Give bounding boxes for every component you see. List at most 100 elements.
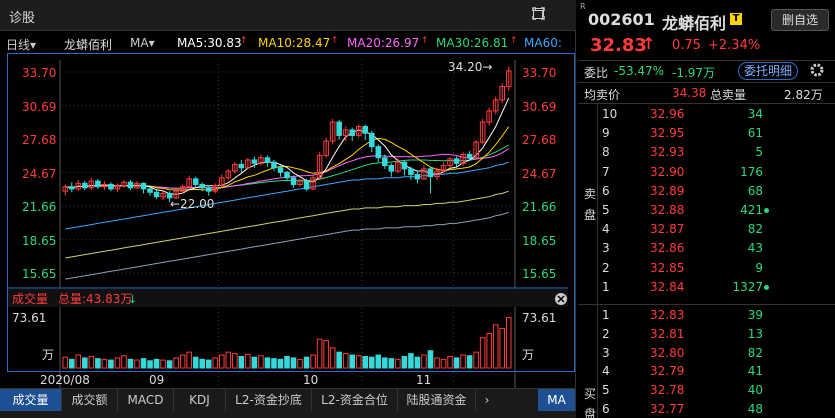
order-price: 32.79 (650, 364, 685, 379)
divider (578, 304, 835, 305)
tab-volume[interactable]: 成交量 (0, 389, 62, 411)
candle-body (205, 187, 212, 192)
volume-bar (173, 357, 179, 369)
candle-body (382, 157, 388, 167)
order-price: 32.95 (650, 126, 685, 141)
volume-bar (290, 357, 297, 369)
candle-body (271, 161, 277, 169)
tab-macd[interactable]: MACD (118, 389, 174, 411)
volume-bar (192, 356, 199, 369)
price-change: 0.75 (672, 38, 701, 53)
candle-body (336, 121, 342, 136)
price-tick-label: 21.66 (22, 200, 56, 214)
tabs-scroll-right-icon[interactable]: › (476, 389, 498, 411)
candle-body (192, 178, 199, 185)
candle-body (349, 129, 356, 136)
avg-sell-label: 均卖价 (584, 88, 621, 102)
tab-northbound-fund[interactable]: 陆股通资金 (398, 389, 476, 411)
sell-order-row[interactable]: 1 32.84 1327 (578, 278, 835, 296)
volume-bar (166, 360, 173, 369)
candle-body (199, 183, 206, 189)
buy-order-row[interactable]: 4 32.79 41 (578, 362, 835, 380)
buy-order-row[interactable]: 1 32.83 39 (578, 306, 835, 324)
weicha-value: -1.97万 (672, 66, 716, 80)
buy-order-row[interactable]: 6 32.77 48 (578, 400, 835, 418)
volume-bar (473, 351, 479, 369)
gear-icon[interactable] (809, 62, 825, 78)
order-price: 32.86 (650, 241, 685, 256)
order-volume: 176 (740, 164, 763, 179)
kline-chart[interactable]: 33.70 30.69 27.68 24.67 21.66 18.65 15.6… (0, 0, 576, 390)
volume-bar (95, 358, 101, 369)
sell-order-row[interactable]: 8 32.93 5 (578, 143, 835, 161)
order-price: 32.78 (650, 383, 685, 398)
sell-order-row[interactable]: 3 32.86 43 (578, 239, 835, 257)
volume-bar (369, 356, 375, 369)
volume-bar (62, 356, 69, 369)
buy-order-row[interactable]: 2 32.81 13 (578, 325, 835, 343)
candle-body (238, 163, 245, 169)
order-level: 4 (602, 364, 610, 379)
divider (578, 82, 835, 83)
volume-bar (264, 357, 271, 369)
volume-bar (408, 353, 414, 369)
price-tick-label: 33.70 (22, 66, 56, 80)
volume-axis-top: 73.61 (12, 311, 46, 325)
tab-more[interactable]: MA (538, 389, 576, 411)
buy-side-label-1: 买 (584, 387, 597, 401)
candle-body (69, 186, 75, 190)
candle-body (375, 146, 382, 159)
tab-kdj[interactable]: KDJ (174, 389, 226, 411)
volume-bar (421, 354, 427, 369)
volume-bar (186, 351, 192, 369)
candle-body (108, 183, 114, 190)
remove-watchlist-button[interactable]: 删自选 (771, 9, 829, 31)
price-up-arrow-icon: ↑ (642, 34, 656, 53)
stock-name: 龙蟒佰利 (662, 14, 727, 33)
order-volume: 40 (747, 383, 763, 398)
volume-bar (329, 347, 336, 369)
price-tick-label-right: 24.67 (522, 167, 556, 181)
candle-body (147, 188, 153, 193)
buy-order-row[interactable]: 5 32.78 40 (578, 381, 835, 399)
buy-order-row[interactable]: 3 32.80 82 (578, 344, 835, 362)
candle-body (251, 159, 258, 164)
order-volume: 48 (747, 402, 763, 416)
volume-bar (251, 356, 258, 369)
tab-amount[interactable]: 成交额 (62, 389, 118, 411)
sell-order-row[interactable]: 6 32.89 68 (578, 182, 835, 200)
order-price: 32.83 (650, 308, 685, 322)
sell-order-row[interactable]: 9 32.95 61 (578, 124, 835, 142)
volume-bar (134, 359, 140, 369)
candle-body (369, 132, 375, 148)
volume-bar (401, 355, 408, 369)
order-volume: 34 (747, 107, 763, 121)
order-volume: 421 (740, 203, 763, 217)
volume-bar (199, 358, 206, 369)
close-icon[interactable] (555, 293, 567, 305)
sell-order-row[interactable]: 2 32.85 9 (578, 259, 835, 277)
total-sell-label: 总卖量 (710, 88, 747, 102)
order-volume: 82 (747, 345, 763, 360)
candle-body (303, 180, 310, 190)
order-level: 5 (602, 203, 610, 217)
volume-bar (238, 355, 245, 369)
volume-bar (232, 353, 238, 369)
order-dot-icon (764, 208, 769, 213)
candle-body (466, 153, 473, 159)
candle-body (453, 158, 460, 164)
order-detail-button[interactable]: 委托明细 (738, 62, 798, 80)
volume-title: 成交量 (12, 291, 48, 306)
sell-order-row[interactable]: 10 32.96 34 (578, 105, 835, 123)
divider (597, 104, 598, 418)
sell-order-row[interactable]: 7 32.90 176 (578, 163, 835, 181)
sell-order-row[interactable]: 4 32.87 82 (578, 220, 835, 238)
tab-l2-bottom-fishing[interactable]: L2-资金抄底 (226, 389, 312, 411)
volume-bar (466, 355, 473, 369)
tab-l2-fund-position[interactable]: L2-资金合位 (312, 389, 398, 411)
sell-order-row[interactable]: 5 32.88 421 (578, 201, 835, 219)
volume-bar (342, 353, 349, 369)
volume-bar (336, 351, 342, 369)
volume-bar (160, 359, 166, 369)
order-price: 32.80 (650, 345, 685, 360)
